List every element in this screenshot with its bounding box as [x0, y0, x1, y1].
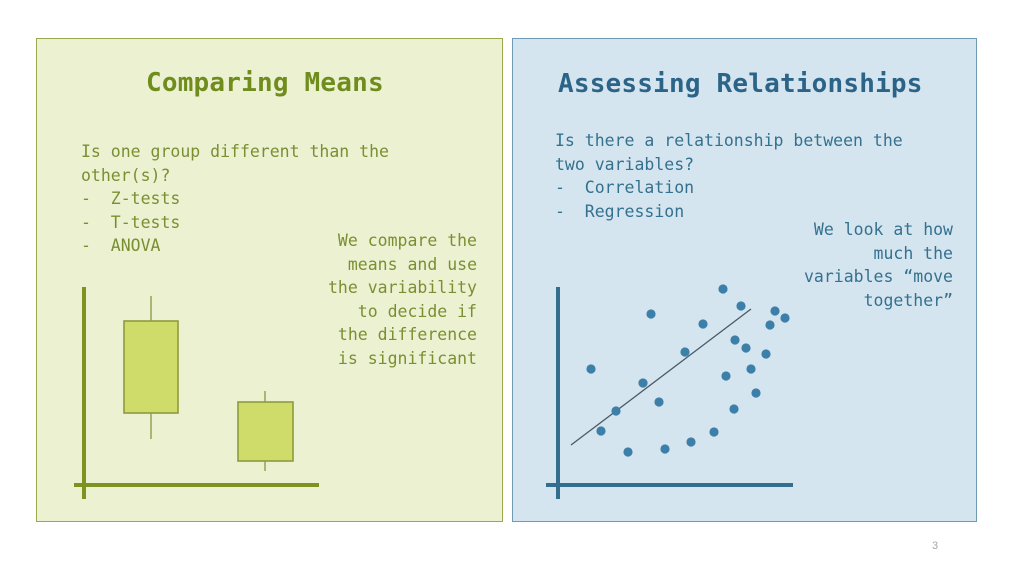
scatter-point: [709, 427, 719, 437]
scatter-point: [780, 313, 790, 323]
scatter-point: [611, 406, 621, 416]
scatter-point: [729, 404, 739, 414]
right-panel-callout: We look at how much the variables “move …: [803, 220, 953, 310]
slide: Comparing Means Is one group different t…: [0, 0, 1024, 576]
scatter-point: [646, 309, 656, 319]
scatter-point: [765, 320, 775, 330]
scatter-point: [638, 378, 648, 388]
right-panel-title: Assessing Relationships: [558, 69, 923, 99]
panel-assessing-relationships: Assessing Relationships Is there a relat…: [512, 38, 977, 522]
scatter-point: [741, 343, 751, 353]
scatter-point: [718, 284, 728, 294]
scatter-point: [751, 388, 761, 398]
scatter-point: [698, 319, 708, 329]
scatter-point: [596, 426, 606, 436]
scatter-point: [746, 364, 756, 374]
left-panel-title: Comparing Means: [146, 68, 384, 98]
trendline: [570, 308, 752, 446]
scatter-point: [586, 364, 596, 374]
left-panel-callout: We compare the means and use the variabi…: [327, 231, 477, 368]
boxplot-box: [237, 401, 294, 462]
scatter-point: [736, 301, 746, 311]
scatter-point: [761, 349, 771, 359]
scatter-point: [680, 347, 690, 357]
scatter-point: [660, 444, 670, 454]
boxplot-box: [123, 320, 179, 414]
scatter-point: [721, 371, 731, 381]
scatter-point: [623, 447, 633, 457]
page-number: 3: [932, 540, 939, 552]
right-panel-body-text: Is there a relationship between the two …: [555, 131, 903, 221]
scatter-point: [654, 397, 664, 407]
scatter-point: [730, 335, 740, 345]
panel-comparing-means: Comparing Means Is one group different t…: [36, 38, 503, 522]
scatter-point: [686, 437, 696, 447]
